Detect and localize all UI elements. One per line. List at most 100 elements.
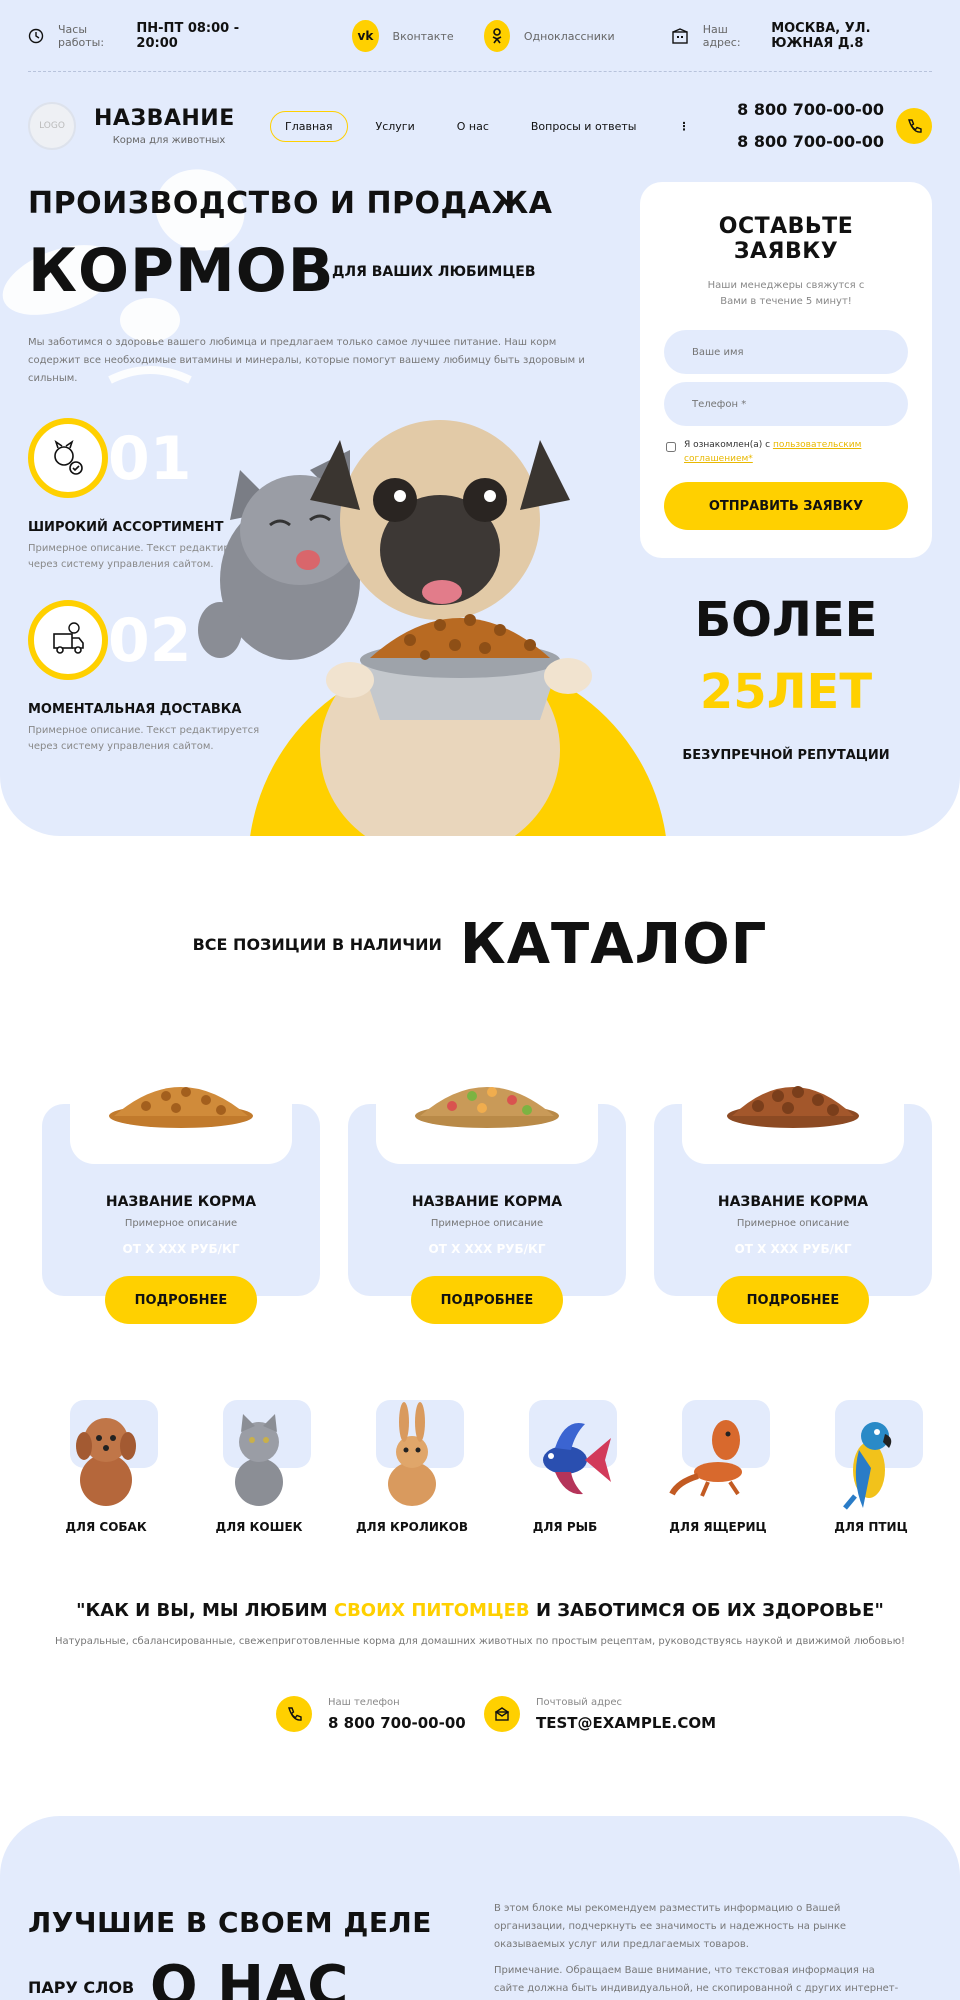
consent-text: Я ознакомлен(а) с: [684, 440, 771, 450]
topbar-divider: [28, 71, 932, 72]
hours-value: ПН-ПТ 08:00 - 20:00: [136, 21, 240, 51]
nav-item-home[interactable]: Главная: [270, 110, 348, 142]
top-bar: Часы работы: ПН-ПТ 08:00 - 20:00 vk Вкон…: [28, 16, 932, 72]
phone-call-icon[interactable]: [896, 108, 932, 144]
lizard-image: [669, 1420, 742, 1497]
nav-item-services[interactable]: Услуги: [362, 112, 429, 141]
address-label: Наш адрес:: [702, 23, 741, 49]
vk-link[interactable]: Вконтакте: [393, 30, 454, 43]
years-caption: БЕЗУПРЕЧНОЙ РЕПУТАЦИИ: [682, 748, 890, 763]
quote-subtitle: Натуральные, сбалансированные, свежеприг…: [54, 1636, 906, 1647]
nav-item-faq[interactable]: Вопросы и ответы: [517, 112, 651, 141]
mixed-kibble-pile-image: [415, 1087, 559, 1128]
delivery-truck-icon: [28, 600, 108, 680]
building-icon: [671, 28, 689, 44]
request-form: ОСТАВЬТЕ ЗАЯВКУ Наши менеджеры свяжутся …: [640, 182, 932, 558]
card-price: ОТ Х ХХХ РУБ/КГ: [734, 1242, 852, 1256]
feature-number: 02: [108, 606, 192, 676]
hours-label: Часы работы:: [58, 23, 105, 49]
odnoklassniki-icon[interactable]: [483, 20, 510, 52]
contact-email-value[interactable]: TEST@EXAMPLE.COM: [536, 1714, 716, 1732]
odnoklassniki-link[interactable]: Одноклассники: [524, 30, 615, 43]
card-description: Примерное описание: [430, 1218, 544, 1229]
card-price: ОТ Х ХХХ РУБ/КГ: [122, 1242, 240, 1256]
hero-heading-suffix: ДЛЯ ВАШИХ ЛЮБИМЦЕВ: [332, 264, 536, 280]
main-header: LOGO НАЗВАНИЕ Корма для животных Главная…: [28, 96, 932, 156]
card-title: НАЗВАНИЕ КОРМА: [717, 1194, 869, 1210]
contact-phone-label: Наш телефон: [328, 1696, 400, 1708]
catalog-heading: ВСЕ ПОЗИЦИИ В НАЛИЧИИ КАТАЛОГ: [0, 912, 960, 977]
more-menu-icon[interactable]: ⋮: [664, 112, 703, 141]
pets-icon: [28, 418, 108, 498]
card-description: Примерное описание: [736, 1218, 850, 1229]
hero-heading-line2: КОРМОВ: [28, 236, 335, 306]
card-description: Примерное описание: [124, 1218, 238, 1229]
years-number: 25ЛЕТ: [699, 664, 873, 720]
logo[interactable]: LOGO: [28, 102, 76, 150]
feature-number: 01: [108, 424, 192, 494]
category-label: ДЛЯ СОБАК: [65, 1520, 147, 1534]
brand-subtitle: Корма для животных: [112, 135, 226, 146]
contact-email-label: Почтовый адрес: [536, 1696, 622, 1708]
nav-item-about[interactable]: О нас: [443, 112, 503, 141]
details-button[interactable]: ПОДРОБНЕЕ: [105, 1276, 257, 1324]
submit-request-button[interactable]: ОТПРАВИТЬ ЗАЯВКУ: [664, 482, 908, 530]
contact-phone: Наш телефон 8 800 700-00-00: [276, 1696, 466, 1732]
years-text-top: БОЛЕЕ: [694, 592, 878, 648]
category-label: ДЛЯ КОШЕК: [215, 1520, 303, 1534]
form-subtitle: Наши менеджеры свяжутся с Вами в течение…: [707, 280, 865, 307]
phone-input[interactable]: [664, 382, 908, 426]
hero-description: Мы заботимся о здоровье вашего любимца и…: [28, 337, 585, 384]
fish-image: [543, 1423, 611, 1495]
details-button[interactable]: ПОДРОБНЕЕ: [717, 1276, 869, 1324]
category-fish[interactable]: ДЛЯ РЫБ: [505, 1400, 625, 1534]
header-phone-2[interactable]: 8 800 700-00-00: [737, 126, 884, 158]
catalog-subtitle: ВСЕ ПОЗИЦИИ В НАЛИЧИИ: [192, 935, 442, 954]
kibble-pile-image: [109, 1087, 253, 1128]
address-value: МОСКВА, УЛ. ЮЖНАЯ Д.8: [771, 21, 871, 51]
hero-heading-line1: ПРОИЗВОДСТВО И ПРОДАЖА: [28, 186, 553, 221]
phone-icon: [276, 1696, 312, 1732]
details-button[interactable]: ПОДРОБНЕЕ: [411, 1276, 563, 1324]
about-title: О НАС: [150, 1954, 349, 2000]
quote-part2: И ЗАБОТИМСЯ ОБ ИХ ЗДОРОВЬЕ": [535, 1600, 884, 1621]
header-phone-1[interactable]: 8 800 700-00-00: [737, 94, 884, 126]
parrot-image: [843, 1422, 892, 1510]
hero-pets-illustration: [198, 420, 666, 836]
category-birds[interactable]: ДЛЯ ПТИЦ: [811, 1400, 931, 1534]
category-dogs[interactable]: ДЛЯ СОБАК: [46, 1400, 166, 1534]
form-title: ОСТАВЬТЕ ЗАЯВКУ: [718, 214, 854, 264]
consent-row: Я ознакомлен(а) с пользовательским согла…: [664, 438, 908, 466]
consent-checkbox[interactable]: [666, 442, 676, 452]
category-label: ДЛЯ КРОЛИКОВ: [355, 1520, 469, 1534]
quote-highlight: СВОИХ ПИТОМЦЕВ: [333, 1600, 530, 1621]
clock-icon: [28, 28, 44, 44]
catalog-card: НАЗВАНИЕ КОРМА Примерное описание ОТ Х Х…: [348, 1087, 626, 1324]
about-text: В этом блоке мы рекомендуем разместить и…: [494, 1900, 904, 2000]
contact-email: Почтовый адрес TEST@EXAMPLE.COM: [484, 1696, 716, 1732]
rabbit-image: [388, 1402, 436, 1506]
name-input[interactable]: [664, 330, 908, 374]
category-label: ДЛЯ РЫБ: [532, 1520, 598, 1534]
brand-title: НАЗВАНИЕ: [94, 106, 235, 131]
card-title: НАЗВАНИЕ КОРМА: [105, 1194, 257, 1210]
about-paragraph-1: В этом блоке мы рекомендуем разместить и…: [494, 1903, 847, 1950]
brand: НАЗВАНИЕ Корма для животных: [94, 106, 244, 146]
main-nav: Главная Услуги О нас Вопросы и ответы ⋮: [270, 110, 717, 142]
cat-image: [235, 1414, 283, 1506]
category-label: ДЛЯ ЯЩЕРИЦ: [669, 1520, 767, 1534]
vk-icon[interactable]: vk: [352, 20, 379, 52]
card-title: НАЗВАНИЕ КОРМА: [411, 1194, 563, 1210]
card-price: ОТ Х ХХХ РУБ/КГ: [428, 1242, 546, 1256]
contact-phone-value[interactable]: 8 800 700-00-00: [328, 1714, 466, 1732]
category-lizards[interactable]: ДЛЯ ЯЩЕРИЦ: [658, 1400, 778, 1534]
about-paragraph-2: Примечание. Обращаем Ваше внимание, что …: [494, 1965, 899, 1994]
catalog-title: КАТАЛОГ: [459, 912, 768, 977]
category-rabbits[interactable]: ДЛЯ КРОЛИКОВ: [352, 1400, 472, 1534]
about-heading: ЛУЧШИЕ В СВОЕМ ДЕЛЕ: [28, 1906, 432, 1939]
dog-image: [76, 1418, 136, 1506]
mail-icon: [484, 1696, 520, 1732]
brown-kibble-pile-image: [727, 1086, 859, 1128]
category-cats[interactable]: ДЛЯ КОШЕК: [199, 1400, 319, 1534]
category-label: ДЛЯ ПТИЦ: [834, 1520, 908, 1534]
